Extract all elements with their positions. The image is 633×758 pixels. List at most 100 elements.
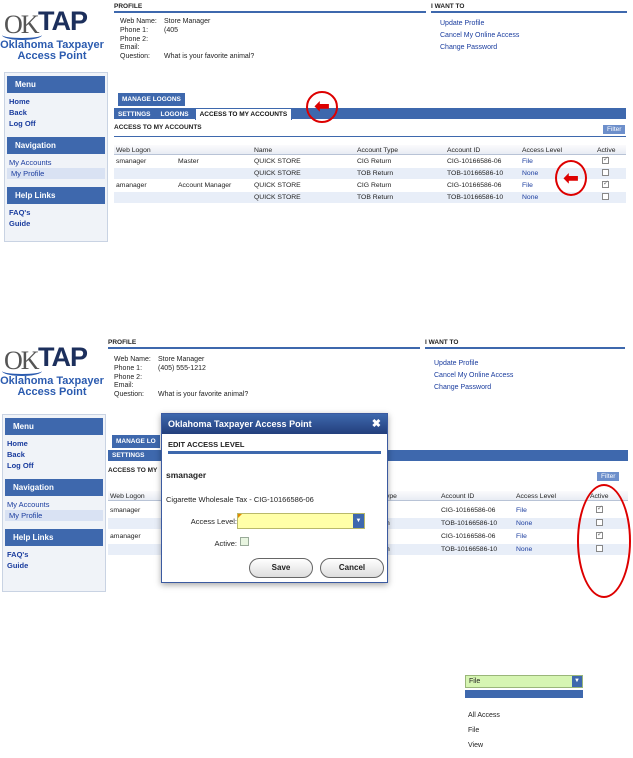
col-access-level[interactable]: Access Level: [522, 147, 562, 154]
option-view[interactable]: View: [468, 738, 500, 753]
cell-id: TOB-10166586-10: [441, 546, 498, 553]
close-icon[interactable]: ✖: [372, 417, 381, 430]
cancel-button[interactable]: Cancel: [320, 558, 384, 578]
sidebar-item-my-profile[interactable]: My Profile: [7, 168, 105, 179]
cell-type: TOB Return: [357, 194, 394, 201]
profile-title: PROFILE: [108, 339, 420, 349]
dialog-subtitle: EDIT ACCESS LEVEL: [168, 440, 381, 454]
access-level-link[interactable]: None: [516, 520, 532, 527]
access-level-link[interactable]: None: [516, 546, 532, 553]
value-question: What is your favorite animal?: [158, 391, 249, 399]
access-level-select[interactable]: ▼: [237, 513, 365, 529]
tab-strip: SETTINGS LOGONS ACCESS TO MY ACCOUNTS: [114, 108, 626, 120]
sidebar-item-guide[interactable]: Guide: [3, 560, 105, 571]
sidebar-item-faq[interactable]: FAQ's: [5, 207, 107, 218]
dialog-title-text: Oklahoma Taxpayer Access Point: [168, 419, 312, 429]
chevron-down-icon[interactable]: ▼: [353, 514, 364, 528]
access-level-link[interactable]: File: [516, 533, 527, 540]
cancel-online-access-link[interactable]: Cancel My Online Access: [440, 30, 519, 42]
col-access-level[interactable]: Access Level: [516, 493, 556, 500]
sidebar-item-home[interactable]: Home: [5, 96, 107, 107]
access-level-link[interactable]: File: [522, 158, 533, 165]
required-flag-icon: [238, 514, 242, 518]
col-web-logon[interactable]: Web Logon: [110, 493, 145, 500]
cell-id: CIG-10166586-06: [447, 158, 502, 165]
label-email: Email:: [114, 382, 134, 390]
active-checkbox: [602, 155, 609, 164]
sidebar-item-back[interactable]: Back: [3, 449, 105, 460]
cell-logon: amanager: [110, 533, 141, 540]
profile-title: PROFILE: [114, 3, 426, 13]
filter-button[interactable]: Filter: [597, 472, 620, 481]
access-level-link[interactable]: File: [522, 182, 533, 189]
sidebar: Menu Home Back Log Off Navigation My Acc…: [4, 72, 108, 242]
table-header: Web Logon Name Account Type Account ID A…: [114, 145, 626, 155]
sidebar: Menu Home Back Log Off Navigation My Acc…: [2, 414, 106, 592]
sidebar-item-my-profile[interactable]: My Profile: [5, 510, 103, 521]
cell-type: TOB Return: [357, 170, 394, 177]
sidebar-item-my-accounts[interactable]: My Accounts: [3, 499, 105, 510]
panel-access-list: OK TAP Oklahoma Taxpayer Access Point Me…: [0, 0, 633, 250]
edit-access-dialog: Oklahoma Taxpayer Access Point ✖ EDIT AC…: [161, 413, 388, 583]
oktap-logo: OK TAP Oklahoma Taxpayer Access Point: [0, 338, 104, 402]
save-button[interactable]: Save: [249, 558, 313, 578]
logo-tap: TAP: [38, 342, 88, 372]
option-all-access[interactable]: All Access: [468, 708, 500, 723]
col-account-id[interactable]: Account ID: [447, 147, 480, 154]
table-row: smanager Master QUICK STORE CIG Return C…: [114, 155, 626, 167]
cell-name: QUICK STORE: [254, 170, 301, 177]
access-level-dropdown-detail[interactable]: File ▼: [465, 675, 583, 688]
cell-type: CIG Return: [357, 182, 392, 189]
update-profile-link[interactable]: Update Profile: [434, 358, 513, 370]
label-phone2: Phone 2:: [120, 35, 149, 43]
col-account-id[interactable]: Account ID: [441, 493, 474, 500]
change-password-link[interactable]: Change Password: [440, 42, 519, 54]
cell-type: CIG Return: [357, 158, 392, 165]
manage-logons-header: MANAGE LO: [112, 435, 160, 448]
dropdown-selected: File: [469, 678, 481, 685]
label-question: Question:: [114, 391, 144, 399]
cell-logon: smanager: [116, 158, 147, 165]
access-level-link[interactable]: File: [516, 507, 527, 514]
sidebar-item-logoff[interactable]: Log Off: [5, 118, 107, 129]
cancel-online-access-link[interactable]: Cancel My Online Access: [434, 370, 513, 382]
active-checkbox: [602, 169, 609, 176]
sidebar-item-faq[interactable]: FAQ's: [3, 549, 105, 560]
col-web-logon[interactable]: Web Logon: [116, 147, 151, 154]
i-want-to-links: Update Profile Cancel My Online Access C…: [434, 358, 513, 394]
value-question: What is your favorite animal?: [164, 53, 255, 61]
cell-role: Master: [178, 158, 199, 165]
navigation-header: Navigation: [7, 137, 105, 154]
update-profile-link[interactable]: Update Profile: [440, 18, 519, 30]
annotation-arrow-left-icon: ⬅: [314, 96, 330, 116]
tab-settings[interactable]: SETTINGS: [114, 109, 155, 120]
oktap-logo: OK TAP Oklahoma Taxpayer Access Point: [0, 2, 104, 66]
option-file[interactable]: File: [468, 723, 500, 738]
label-phone1: Phone 1:: [120, 26, 149, 34]
change-password-link[interactable]: Change Password: [434, 382, 513, 394]
col-account-type[interactable]: Account Type: [357, 147, 398, 154]
sidebar-item-back[interactable]: Back: [5, 107, 107, 118]
tab-settings[interactable]: SETTINGS: [108, 450, 149, 461]
sidebar-item-my-accounts[interactable]: My Accounts: [5, 157, 107, 168]
tab-access-to-my-accounts[interactable]: ACCESS TO MY ACCOUNTS: [194, 108, 293, 120]
dropdown-blank-option[interactable]: [465, 690, 583, 698]
dropdown-options: All Access File View: [468, 708, 500, 753]
sidebar-item-logoff[interactable]: Log Off: [3, 460, 105, 471]
access-title: ACCESS TO MY: [108, 467, 158, 474]
filter-button[interactable]: Filter: [603, 125, 626, 134]
cell-name: QUICK STORE: [254, 158, 301, 165]
access-level-link[interactable]: None: [522, 170, 538, 177]
sidebar-item-home[interactable]: Home: [3, 438, 105, 449]
label-question: Question:: [120, 53, 150, 61]
col-name[interactable]: Name: [254, 147, 272, 154]
chevron-down-icon[interactable]: ▼: [572, 676, 582, 687]
tab-logons[interactable]: LOGONS: [156, 109, 192, 120]
access-level-link[interactable]: None: [522, 194, 538, 201]
active-checkbox[interactable]: [240, 537, 249, 546]
label-phone2: Phone 2:: [114, 373, 143, 381]
col-active[interactable]: Active: [597, 147, 616, 154]
sidebar-item-guide[interactable]: Guide: [5, 218, 107, 229]
active-checkbox: [602, 179, 609, 188]
cell-logon: amanager: [116, 182, 147, 189]
